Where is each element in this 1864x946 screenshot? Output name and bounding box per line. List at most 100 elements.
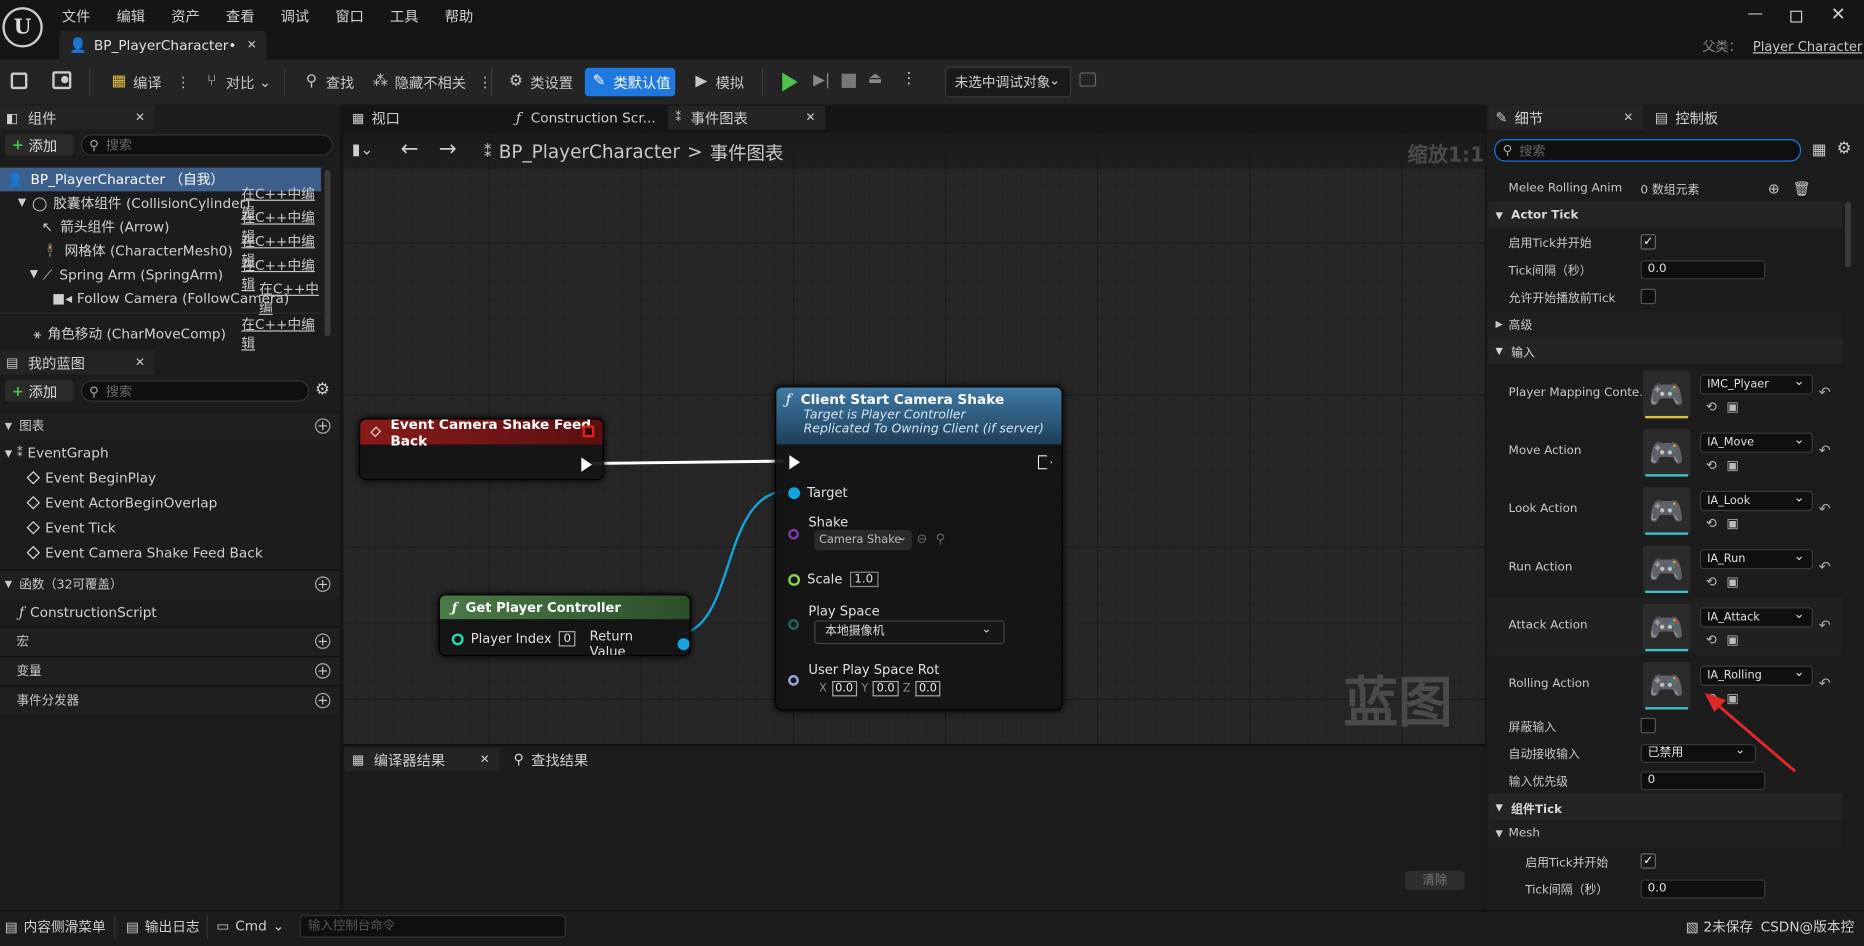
run-action-thumbnail[interactable]: 🎮 [1642,545,1691,594]
look-action-thumbnail[interactable]: 🎮 [1642,487,1691,535]
shake-class-select[interactable]: Camera Shake ⌄ [814,530,912,551]
tab-compiler-results[interactable]: ▦ 编译器结果 ✕ [344,747,500,772]
console-command-placeholder: 输入控制台命令 [307,918,396,933]
chevron-down-icon: ⌄ [1735,743,1746,757]
return-value-pin[interactable] [677,638,690,651]
attack-action-label: Attack Action [1508,619,1588,633]
search-icon: ⚲ [513,751,525,768]
tick-start-checkbox[interactable]: ✓ [1640,234,1656,250]
rot-y-input[interactable]: 0.0 [873,680,899,697]
input-priority-label: 输入优先级 [1508,776,1569,790]
cmd-select[interactable]: ▭ Cmd ⌄ [216,917,284,934]
asset-actions-icons[interactable]: ⟲▣ [1706,632,1748,647]
mesh-section[interactable]: ▼ Mesh [1488,820,1843,848]
target-pin[interactable] [788,486,801,499]
chevron-down-icon: ⌄ [897,531,908,545]
console-command-input[interactable]: 输入控制台命令 [299,915,566,938]
block-input-checkbox[interactable] [1640,717,1656,734]
pencil-icon: ✎ [1495,109,1508,126]
add-element-icon[interactable]: ⊕ [1768,180,1780,197]
play-space-select[interactable]: 本地摄像机 ⌄ [814,620,1005,645]
move-action-select[interactable]: IA_Move [1699,430,1813,453]
gamepad-icon: 🎮 [1648,377,1685,412]
clear-button[interactable]: 清除 [1405,871,1465,891]
reset-arrow-icon[interactable]: ↶ [1819,442,1831,459]
reset-arrow-icon[interactable]: ↶ [1819,384,1831,401]
tab-find-results[interactable]: ⚲ 查找结果 [509,748,628,772]
run-action-select[interactable]: IA_Run [1699,547,1813,570]
player-index-label: Player Index [470,631,552,647]
gamepad-icon: 🎮 [1648,494,1685,528]
exec-out-pin[interactable] [581,457,593,472]
palette-tab-label: 控制板 [1675,109,1719,127]
reset-arrow-icon[interactable]: ↶ [1819,559,1831,576]
rot-z-input[interactable]: 0.0 [915,680,941,697]
exec-in-pin[interactable] [789,455,801,470]
rolling-action-thumbnail[interactable]: 🎮 [1642,661,1691,710]
allow-tick-checkbox[interactable] [1640,288,1656,305]
collapse-arrow-icon: ▼ [1495,345,1503,356]
tab-details[interactable]: ✎ 细节 ✕ [1488,105,1643,130]
attack-action-select[interactable]: IA_Attack [1699,605,1813,628]
get-player-controller-node[interactable]: ƒ Get Player Controller Player Index 0 Re… [438,594,691,657]
scale-pin[interactable] [788,573,801,586]
asset-actions-icons[interactable]: ⟲▣ [1706,574,1748,589]
browse-icon[interactable]: ⚲ [936,531,946,546]
auto-receive-input-label: 自动接收输入 [1508,748,1580,762]
return-value-label: Return Value [589,628,634,657]
user-play-space-rot-pin[interactable] [788,675,799,686]
tick-interval-input[interactable]: 0.0 [1640,259,1766,279]
details-settings-icon[interactable]: ⚙ [1837,139,1852,158]
mapping-context-thumbnail[interactable]: 🎮 [1642,370,1691,419]
details-search-input[interactable]: ⚲ 搜索 [1494,139,1802,162]
actor-tick-section[interactable]: ▼ Actor Tick [1488,202,1843,229]
reset-arrow-icon[interactable]: ↶ [1819,617,1831,634]
look-action-select[interactable]: IA_Look [1699,488,1813,512]
source-control-button[interactable]: CSDN@版本控 [1761,917,1855,936]
delete-icon[interactable]: 🗑 [1793,180,1811,197]
asset-actions-icons[interactable]: ⟲▣ [1706,516,1748,531]
unsaved-button[interactable]: ▧ 2未保存 [1686,917,1753,936]
close-tab-icon[interactable]: ✕ [480,753,490,766]
delegate-pin-icon[interactable] [582,425,595,438]
tab-palette[interactable]: ▤ 控制板 [1650,106,1793,130]
input-priority-input[interactable]: 0 [1640,770,1766,790]
auto-receive-input-select[interactable]: 已禁用 ⌄ [1640,743,1756,763]
attack-action-thumbnail[interactable]: 🎮 [1642,603,1691,652]
client-start-camera-shake-node[interactable]: ƒ Client Start Camera Shake Target is Pl… [775,386,1063,711]
move-action-thumbnail[interactable]: 🎮 [1642,429,1691,477]
mesh-tick-start-checkbox[interactable]: ✓ [1640,853,1656,869]
asset-actions-icons[interactable]: ⟲▣ [1706,399,1748,414]
scale-input[interactable]: 1.0 [849,571,878,588]
close-tab-icon[interactable]: ✕ [1623,111,1633,124]
reset-arrow-icon[interactable]: ↶ [1819,500,1831,517]
mapping-context-select[interactable]: IMC_Plyaer [1699,372,1813,395]
table-view-icon[interactable]: ▦ [1812,141,1827,159]
asset-actions-icons[interactable]: ⟲▣ [1706,458,1748,473]
event-node[interactable]: Event Camera Shake Feed Back [359,418,604,481]
play-space-pin[interactable] [788,619,799,630]
rot-x-input[interactable]: 0.0 [831,680,857,697]
mesh-tick-interval-label: Tick间隔（秒） [1525,884,1609,898]
player-index-input[interactable]: 0 [558,631,576,647]
collapse-arrow-icon: ▼ [1495,209,1503,221]
user-play-space-rot-label: User Play Space Rot [808,661,940,678]
use-selected-icon[interactable]: ⊖ [917,531,928,546]
details-search-placeholder: 搜索 [1519,143,1546,159]
advanced-section[interactable]: ▶ 高级 [1488,310,1843,338]
move-action-label: Move Action [1508,444,1582,458]
client-node-subtitle-1: Target is Player Controller [803,407,966,422]
details-scrollbar[interactable] [1844,202,1851,268]
reset-arrow-icon[interactable]: ↶ [1819,675,1831,692]
find-tab-label: 查找结果 [531,751,589,769]
content-drawer-button[interactable]: ▤ 内容侧滑菜单 [5,917,106,936]
play-space-value: 本地摄像机 [825,625,885,639]
player-index-pin[interactable] [451,632,464,645]
shake-pin[interactable] [788,528,799,540]
exec-out-pin[interactable] [1037,455,1053,470]
compiler-tab-label: 编译器结果 [373,751,446,769]
component-tick-section[interactable]: ▼ 组件Tick [1488,793,1843,821]
mesh-tick-interval-input[interactable]: 0.0 [1640,878,1766,898]
input-section[interactable]: ▼ 输入 [1488,337,1843,364]
output-log-button[interactable]: ▤ 输出日志 [126,917,200,936]
